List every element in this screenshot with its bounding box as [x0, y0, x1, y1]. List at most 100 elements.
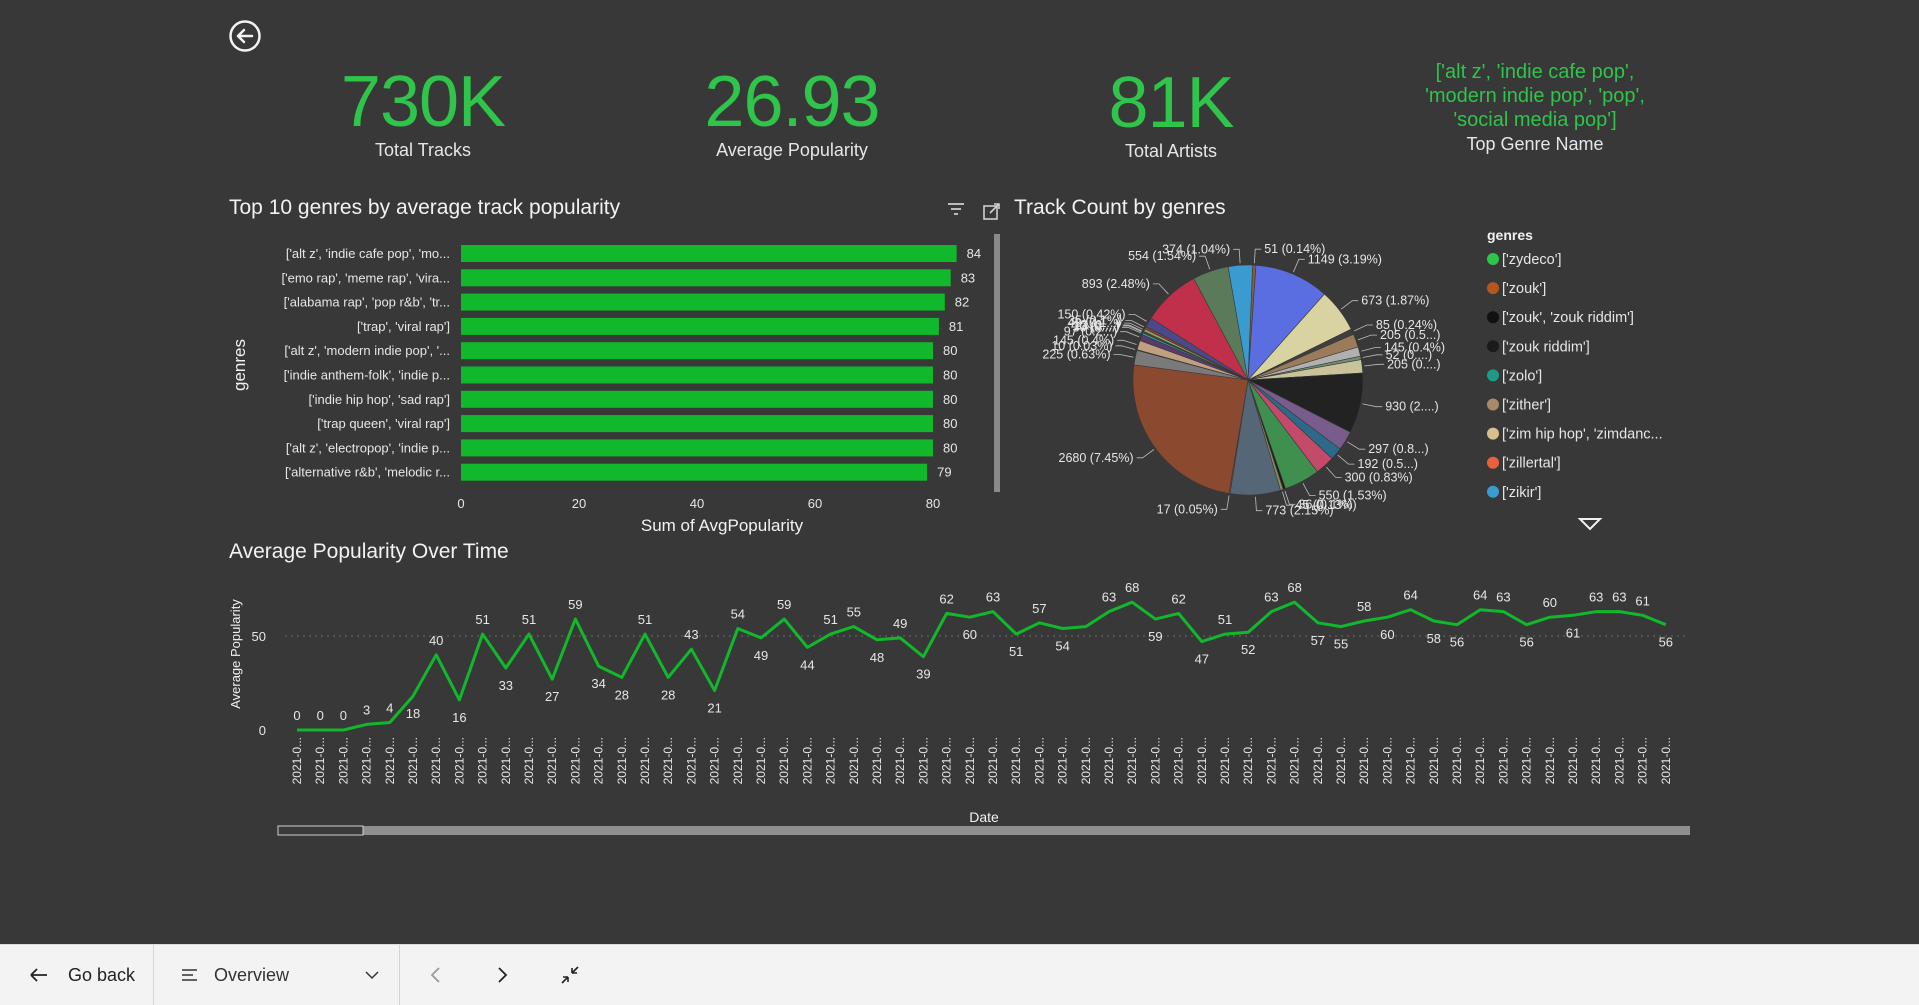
page-selector[interactable]: Overview — [154, 945, 399, 1005]
line-x-tick-label: 2021-0... — [1218, 737, 1232, 784]
divider — [399, 945, 400, 1005]
line-x-tick-label: 2021-0... — [708, 737, 722, 784]
line-data-label: 52 — [1241, 642, 1255, 657]
bar[interactable] — [461, 439, 933, 457]
bar[interactable] — [461, 342, 933, 360]
legend-item-label[interactable]: ['zikir'] — [1502, 485, 1541, 501]
pie-data-label: 300 (0.83%) — [1345, 470, 1413, 484]
line-data-label: 64 — [1403, 588, 1417, 603]
line-data-label: 18 — [406, 706, 420, 721]
bar-category-label: ['alt z', 'indie cafe pop', 'mo... — [286, 246, 450, 261]
legend-item-label[interactable]: ['zouk', 'zouk riddim'] — [1502, 310, 1634, 326]
bar-x-tick-label: 20 — [572, 496, 586, 511]
pie-leader-line — [1117, 339, 1137, 345]
next-page-icon[interactable] — [490, 963, 514, 987]
legend-item-label[interactable]: ['zim hip hop', 'zimdanc... — [1502, 427, 1663, 443]
line-x-tick-label: 2021-0... — [1404, 737, 1418, 784]
filter-icon[interactable] — [948, 203, 964, 215]
pie-leader-line — [1152, 283, 1169, 295]
bar-category-label: ['trap', 'viral rap'] — [357, 319, 450, 334]
page-name: Overview — [214, 964, 290, 985]
pie-data-label: 773 (2.15%) — [1265, 504, 1333, 518]
legend-item-label[interactable]: ['zouk riddim'] — [1502, 339, 1590, 355]
bar[interactable] — [461, 390, 933, 408]
pie-legend: ['zydeco'] ['zouk'] ['zouk', 'zouk riddim'… — [1487, 252, 1663, 501]
focus-mode-icon[interactable] — [983, 203, 1000, 220]
pie-data-label: 205 (0....) — [1387, 357, 1441, 371]
line-x-tick-label: 2021-0... — [313, 737, 327, 784]
line-x-tick-label: 2021-0... — [615, 737, 629, 784]
pie-leader-line — [1220, 495, 1230, 510]
pie-leader-line — [1113, 354, 1134, 358]
bar-category-label: ['indie hip hop', 'sad rap'] — [309, 392, 450, 407]
legend-item-label[interactable]: ['zillertal'] — [1502, 456, 1561, 472]
line-data-label: 59 — [777, 597, 791, 612]
line-data-label: 63 — [1102, 590, 1116, 605]
line-data-label: 56 — [1450, 635, 1464, 650]
line-x-tick-label: 2021-0... — [661, 737, 675, 784]
bar-chart-scrollbar[interactable] — [994, 234, 1000, 492]
line-x-tick-label: 2021-0... — [1543, 737, 1557, 784]
line-y-tick-label: 50 — [252, 629, 266, 644]
pie-data-label: 893 (2.48%) — [1082, 277, 1150, 291]
go-back-button[interactable]: Go back — [0, 945, 153, 1005]
bar-category-label: ['alabama rap', 'pop r&b', 'tr... — [284, 295, 450, 310]
pie-legend-title: genres — [1487, 227, 1533, 243]
bar-data-label: 80 — [943, 368, 957, 383]
timeline-scrollbar-thumb[interactable] — [277, 825, 364, 836]
legend-item-label[interactable]: ['zydeco'] — [1502, 252, 1562, 268]
timeline-scrollbar-track[interactable] — [278, 826, 1690, 835]
pie-slice[interactable] — [1132, 364, 1249, 494]
line-y-axis-label: Average Popularity — [228, 599, 243, 709]
line-data-label: 0 — [340, 708, 347, 723]
bar[interactable] — [461, 293, 945, 311]
legend-item-label[interactable]: ['zolo'] — [1502, 368, 1542, 384]
line-data-label: 61 — [1566, 625, 1580, 640]
line-x-tick-label: 2021-0... — [1357, 737, 1371, 784]
line-x-tick-label: 2021-0... — [1079, 737, 1093, 784]
bar[interactable] — [461, 317, 939, 335]
line-data-label: 40 — [429, 633, 443, 648]
bar[interactable] — [461, 463, 928, 481]
line-x-tick-label: 2021-0... — [336, 737, 350, 784]
pie-leader-line — [1347, 441, 1366, 450]
legend-item-label[interactable]: ['zither'] — [1502, 398, 1551, 414]
line-data-label: 58 — [1427, 631, 1441, 646]
line-x-tick-label: 2021-0... — [1380, 737, 1394, 784]
line-x-tick-label: 2021-0... — [940, 737, 954, 784]
legend-marker-icon — [1487, 369, 1499, 382]
list-icon — [182, 969, 197, 981]
bar-x-tick-label: 40 — [690, 496, 704, 511]
line-data-label: 43 — [684, 627, 698, 642]
legend-marker-icon — [1487, 340, 1499, 353]
legend-item-label[interactable]: ['zouk'] — [1502, 281, 1546, 297]
arrow-left-icon — [30, 968, 47, 982]
line-data-label: 60 — [963, 627, 977, 642]
bar[interactable] — [461, 245, 957, 262]
line-x-tick-label: 2021-0... — [800, 737, 814, 784]
bar-x-tick-label: 60 — [808, 496, 822, 511]
bar[interactable] — [461, 415, 933, 433]
line-data-label: 51 — [823, 612, 837, 627]
line-data-label: 51 — [1009, 644, 1023, 659]
line-x-tick-label: 2021-0... — [1241, 737, 1255, 784]
series-line[interactable] — [297, 600, 1667, 732]
line-x-tick-label: 2021-0... — [1427, 737, 1441, 784]
bar[interactable] — [461, 366, 933, 384]
legend-scroll-down-icon[interactable] — [1577, 518, 1603, 531]
line-data-label: 62 — [1171, 591, 1185, 606]
line-x-tick-label: 2021-0... — [1311, 737, 1325, 784]
chevron-down-icon — [365, 971, 379, 980]
bar-x-tick-label: 80 — [926, 496, 940, 511]
line-x-tick-label: 2021-0... — [499, 737, 513, 784]
line-data-label: 0 — [317, 708, 324, 723]
line-x-tick-label: 2021-0... — [1125, 737, 1139, 784]
previous-page-icon[interactable] — [424, 963, 448, 987]
line-x-tick-label: 2021-0... — [1264, 737, 1278, 784]
pie-data-label: 930 (2....) — [1385, 400, 1439, 414]
line-x-tick-label: 2021-0... — [1148, 737, 1162, 784]
collapse-icon[interactable] — [558, 963, 582, 987]
pie-leader-line — [1255, 496, 1263, 512]
line-data-label: 0 — [293, 708, 300, 723]
bar[interactable] — [461, 269, 951, 287]
